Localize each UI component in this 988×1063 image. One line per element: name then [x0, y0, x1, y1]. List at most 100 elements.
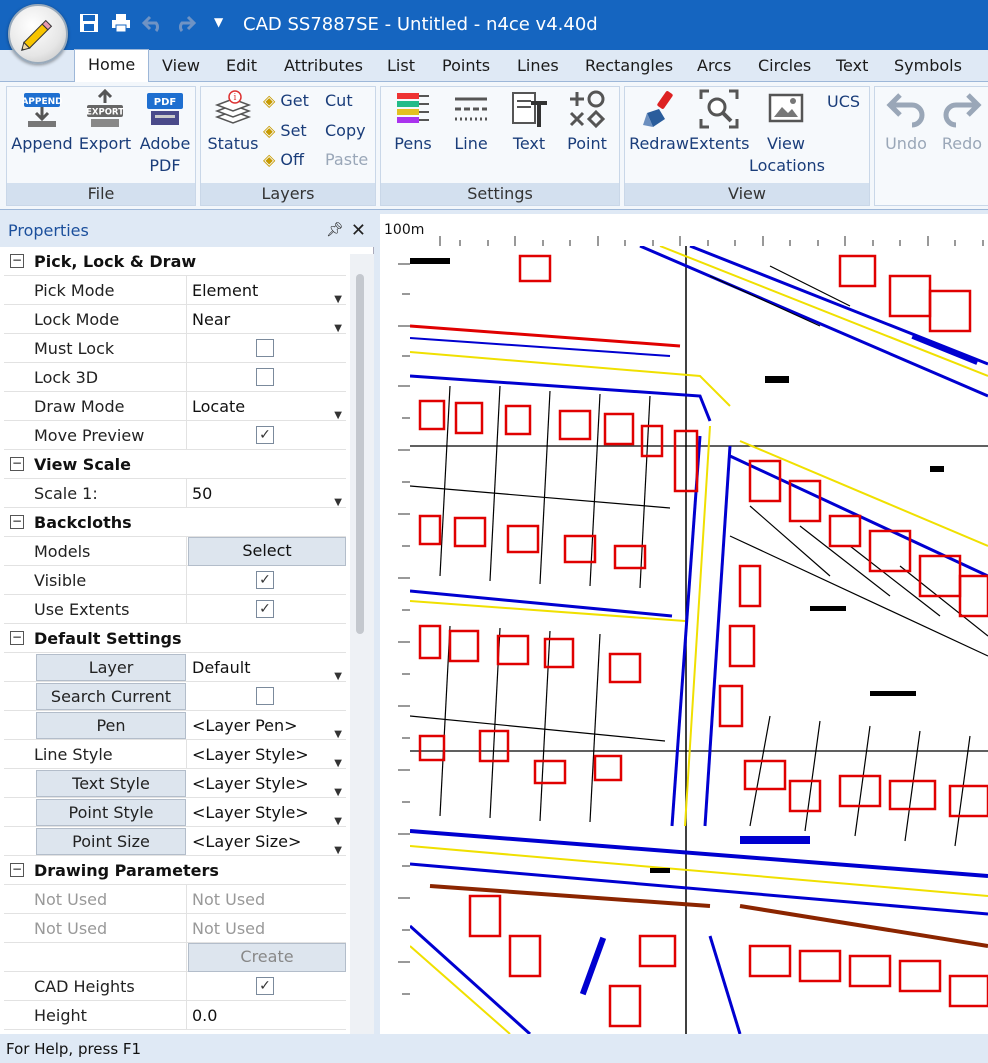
property-point-size[interactable]: Point Size <Layer Size> ▼ [4, 827, 346, 856]
tab-edit[interactable]: Edit [218, 55, 265, 82]
redo-quick-icon[interactable] [174, 12, 197, 34]
collapse-icon[interactable]: − [10, 254, 24, 268]
redo-button[interactable]: Redo [935, 89, 988, 155]
category-drawing-parameters[interactable]: − Drawing Parameters [4, 856, 346, 885]
adobe-pdf-button[interactable]: PDF Adobe PDF [137, 89, 193, 177]
property-models[interactable]: Models Select [4, 537, 346, 566]
line-style-button[interactable]: Line [443, 89, 499, 155]
close-icon[interactable]: ✕ [351, 214, 366, 247]
extents-button[interactable]: Extents [689, 89, 749, 155]
move-preview-checkbox[interactable]: ✓ [256, 426, 274, 444]
tab-arcs[interactable]: Arcs [689, 55, 739, 82]
export-button[interactable]: EXPORT Export [77, 89, 133, 155]
property-height[interactable]: Height 0.0 [4, 1001, 346, 1030]
point-style-property-button[interactable]: Point Style [36, 799, 186, 826]
property-must-lock[interactable]: Must Lock [4, 334, 346, 363]
category-view-scale[interactable]: − View Scale [4, 450, 346, 479]
models-select-button[interactable]: Select [188, 537, 346, 566]
text-style-button[interactable]: Text [501, 89, 557, 155]
drawing-canvas[interactable]: 100m [380, 214, 988, 1034]
tab-symbols[interactable]: Symbols [886, 55, 970, 82]
collapse-icon[interactable]: − [10, 863, 24, 877]
point-size-select[interactable]: <Layer Size> ▼ [188, 827, 346, 856]
property-lock-mode[interactable]: Lock Mode Near ▼ [4, 305, 346, 334]
tab-attributes[interactable]: Attributes [276, 55, 371, 82]
text-style-select[interactable]: <Layer Style> ▼ [188, 769, 346, 798]
append-button[interactable]: APPEND Append [11, 89, 73, 155]
property-draw-mode[interactable]: Draw Mode Locate ▼ [4, 392, 346, 421]
must-lock-checkbox[interactable] [256, 339, 274, 357]
pick-mode-select[interactable]: Element ▼ [188, 276, 346, 305]
status-button[interactable]: i Status [205, 89, 261, 155]
pen-select[interactable]: <Layer Pen> ▼ [188, 711, 346, 740]
layer-paste-button[interactable]: Paste [325, 149, 368, 171]
cad-map-view[interactable] [408, 244, 988, 1034]
property-move-preview[interactable]: Move Preview ✓ [4, 421, 346, 450]
layer-get-button[interactable]: ◈ Get [263, 90, 309, 112]
layer-button[interactable]: Layer [36, 654, 186, 681]
line-style-select[interactable]: <Layer Style> ▼ [188, 740, 346, 769]
property-point-style[interactable]: Point Style <Layer Style> ▼ [4, 798, 346, 827]
property-lock-3d[interactable]: Lock 3D [4, 363, 346, 392]
visible-checkbox[interactable]: ✓ [256, 571, 274, 589]
draw-mode-select[interactable]: Locate ▼ [188, 392, 346, 421]
collapse-icon[interactable]: − [10, 515, 24, 529]
scrollbar-thumb[interactable] [356, 274, 364, 634]
tab-view[interactable]: View [154, 55, 208, 82]
layer-off-button[interactable]: ◈ Off [263, 149, 304, 171]
height-input[interactable]: 0.0 [188, 1001, 346, 1030]
property-line-style[interactable]: Line Style <Layer Style> ▼ [4, 740, 346, 769]
point-size-button[interactable]: Point Size [36, 828, 186, 855]
layer-copy-button[interactable]: Copy [325, 120, 366, 142]
property-pen[interactable]: Pen <Layer Pen> ▼ [4, 711, 346, 740]
property-layer[interactable]: Layer Default ▼ [4, 653, 346, 682]
view-locations-button[interactable]: View Locations [747, 89, 825, 177]
layer-set-button[interactable]: ◈ Set [263, 120, 307, 142]
lock-mode-select[interactable]: Near ▼ [188, 305, 346, 334]
text-style-property-button[interactable]: Text Style [36, 770, 186, 797]
property-text-style[interactable]: Text Style <Layer Style> ▼ [4, 769, 346, 798]
collapse-icon[interactable]: − [10, 457, 24, 471]
tab-list[interactable]: List [379, 55, 423, 82]
undo-quick-icon[interactable] [141, 12, 164, 34]
undo-button[interactable]: Undo [879, 89, 933, 155]
tab-points[interactable]: Points [434, 55, 498, 82]
application-menu-button[interactable] [8, 4, 68, 64]
lock-3d-checkbox[interactable] [256, 368, 274, 386]
layer-cut-button[interactable]: Cut [325, 90, 353, 112]
property-use-extents[interactable]: Use Extents ✓ [4, 595, 346, 624]
category-default-settings[interactable]: − Default Settings [4, 624, 346, 653]
point-style-select[interactable]: <Layer Style> ▼ [188, 798, 346, 827]
tab-lines[interactable]: Lines [509, 55, 567, 82]
use-extents-checkbox[interactable]: ✓ [256, 600, 274, 618]
property-search-current[interactable]: Search Current [4, 682, 346, 711]
cad-heights-checkbox[interactable]: ✓ [256, 977, 274, 995]
collapse-icon[interactable]: − [10, 631, 24, 645]
property-pick-mode[interactable]: Pick Mode Element ▼ [4, 276, 346, 305]
property-cad-heights[interactable]: CAD Heights ✓ [4, 972, 346, 1001]
search-current-button[interactable]: Search Current [36, 683, 186, 710]
properties-scrollbar[interactable] [350, 254, 374, 1034]
layer-select[interactable]: Default ▼ [188, 653, 346, 682]
pin-icon[interactable]: 📌︎ [326, 214, 344, 247]
create-button[interactable]: Create [188, 943, 346, 972]
scale-select[interactable]: 50 ▼ [188, 479, 346, 508]
category-pick-lock-draw[interactable]: − Pick, Lock & Draw [4, 247, 346, 276]
print-icon[interactable] [110, 12, 132, 34]
tab-home[interactable]: Home [74, 49, 150, 83]
tab-circles[interactable]: Circles [750, 55, 819, 82]
point-style-button[interactable]: Point [559, 89, 615, 155]
pen-button[interactable]: Pen [36, 712, 186, 739]
tab-text[interactable]: Text [828, 55, 876, 82]
property-visible[interactable]: Visible ✓ [4, 566, 346, 595]
quick-access-dropdown-icon[interactable]: ▼ [214, 15, 223, 29]
property-scale[interactable]: Scale 1: 50 ▼ [4, 479, 346, 508]
ucs-button[interactable]: UCS [827, 91, 860, 113]
pens-button[interactable]: Pens [383, 89, 443, 155]
search-current-checkbox[interactable] [256, 687, 274, 705]
save-icon[interactable] [78, 12, 100, 34]
redraw-button[interactable]: Redraw [627, 89, 691, 155]
property-create[interactable]: Create [4, 943, 346, 972]
tab-rectangles[interactable]: Rectangles [577, 55, 681, 82]
category-backcloths[interactable]: − Backcloths [4, 508, 346, 537]
